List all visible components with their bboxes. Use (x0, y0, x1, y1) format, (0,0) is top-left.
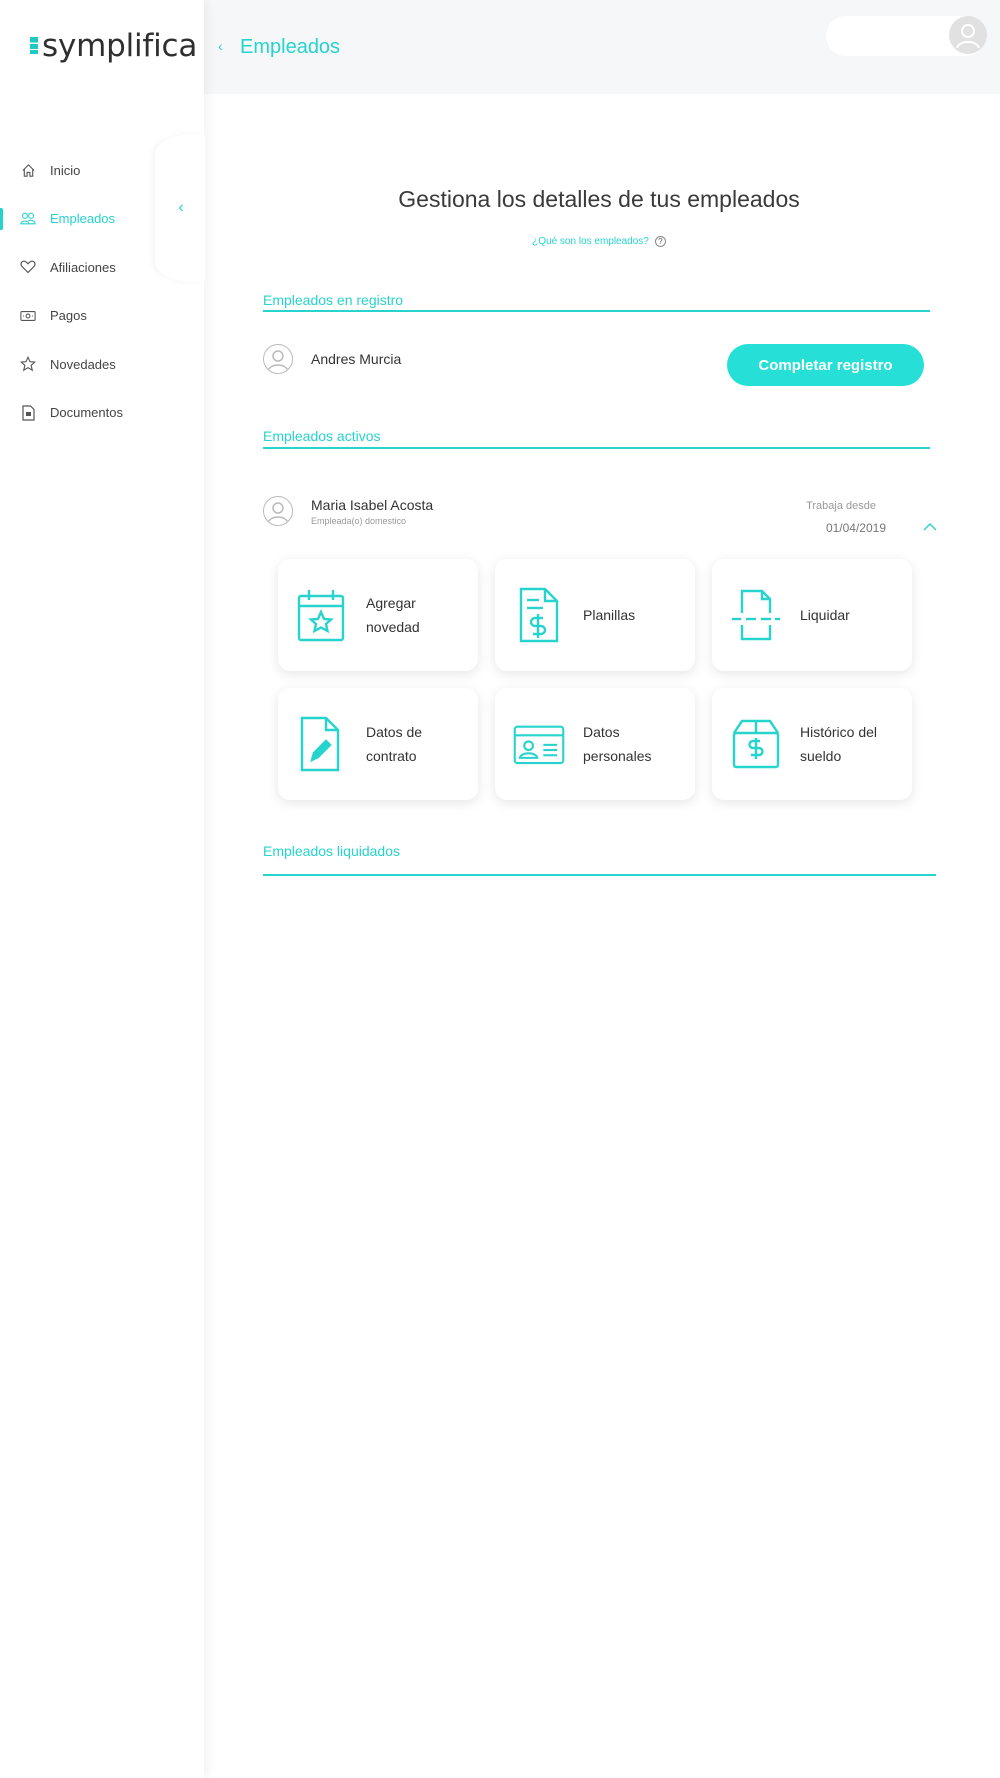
question-circle-icon: ? (654, 236, 666, 247)
logo[interactable]: symplifica (30, 28, 197, 64)
card-datos-contrato[interactable]: Datos de contrato (278, 688, 478, 800)
sidebar-item-pagos[interactable]: Pagos (0, 292, 155, 341)
section-liquidados-divider (263, 874, 936, 876)
document-icon (20, 405, 36, 421)
card-liquidar[interactable]: Liquidar (712, 559, 912, 671)
sidebar-item-label: Documentos (50, 405, 123, 421)
works-since-date: 01/04/2019 (825, 521, 886, 535)
card-datos-personales[interactable]: Datos personales (495, 688, 695, 800)
sidebar-item-inicio[interactable]: Inicio (0, 146, 155, 195)
document-dollar-icon (519, 587, 559, 643)
section-registro-divider (263, 310, 930, 312)
document-cut-icon (732, 589, 780, 641)
employee-name: Andres Murcia (311, 351, 402, 367)
page-title: Empleados (240, 36, 341, 58)
card-label: Datos de contrato (366, 724, 423, 764)
section-registro-title: Empleados en registro (263, 292, 404, 308)
main-heading: Gestiona los detalles de tus empleados (398, 186, 800, 212)
sidebar-item-label: Afiliaciones (50, 259, 116, 275)
sidebar-item-afiliaciones[interactable]: Afiliaciones (0, 243, 155, 292)
logo-mark (30, 37, 38, 54)
complete-registration-button[interactable]: Completar registro (727, 344, 924, 386)
home-icon (20, 162, 36, 178)
employee-row-registro: Andres Murcia (263, 344, 401, 374)
chevron-left-icon: ‹ (178, 199, 184, 216)
money-icon (20, 308, 36, 324)
sidebar-item-documentos[interactable]: Documentos (0, 389, 155, 438)
users-icon (20, 211, 36, 227)
help-link[interactable]: ¿Qué son los empleados?? (262, 236, 936, 247)
star-icon (20, 356, 36, 372)
sidebar-collapse-button[interactable]: ‹ (155, 134, 205, 282)
card-label: Liquidar (800, 607, 850, 623)
heart-icon (20, 259, 36, 275)
works-since-label: Trabaja desde (806, 500, 876, 512)
help-link-text: ¿Qué son los empleados? (532, 236, 649, 247)
card-agregar-novedad[interactable]: Agregar novedad (278, 559, 478, 671)
sidebar-item-empleados[interactable]: Empleados (0, 195, 155, 244)
sidebar-item-label: Pagos (50, 308, 87, 324)
sidebar-item-label: Empleados (50, 211, 116, 227)
section-activos-title: Empleados activos (263, 428, 381, 444)
sidebar-item-novedades[interactable]: Novedades (0, 340, 155, 389)
section-liquidados-title[interactable]: Empleados liquidados (263, 843, 400, 859)
sidebar-nav: Inicio Empleados Afiliaciones Pagos Nove… (0, 146, 155, 437)
box-dollar-icon (732, 719, 780, 769)
sidebar: symplifica Inicio Empleados Afiliaciones… (0, 0, 205, 1778)
employee-row-activo[interactable]: Maria Isabel Acosta Empleada(o) domestic… (263, 496, 433, 526)
calendar-star-icon (297, 590, 345, 642)
sidebar-item-label: Inicio (50, 162, 81, 178)
card-label: Histórico del sueldo (800, 724, 878, 764)
card-label: Agregar novedad (366, 595, 420, 635)
card-historico-sueldo[interactable]: Histórico del sueldo (712, 688, 912, 800)
id-card-icon (513, 725, 565, 765)
logo-text: symplifica (42, 28, 198, 64)
employee-avatar-icon (263, 496, 293, 526)
card-label: Datos personales (583, 724, 652, 764)
sidebar-item-label: Novedades (50, 356, 116, 372)
employee-name: Maria Isabel Acosta (311, 496, 434, 513)
employee-info: Maria Isabel Acosta Empleada(o) domestic… (311, 497, 433, 526)
chevron-up-icon[interactable] (922, 520, 938, 532)
employee-avatar-icon (263, 344, 293, 374)
user-avatar-icon[interactable] (949, 16, 987, 54)
card-planillas[interactable]: Planillas (495, 559, 695, 671)
document-pen-icon (300, 716, 340, 772)
top-header: ‹ Empleados (204, 0, 1000, 94)
employee-role: Empleada(o) domestico (311, 515, 407, 526)
section-activos-divider (263, 447, 930, 449)
back-button[interactable]: ‹ (218, 38, 223, 54)
card-label: Planillas (583, 607, 636, 623)
